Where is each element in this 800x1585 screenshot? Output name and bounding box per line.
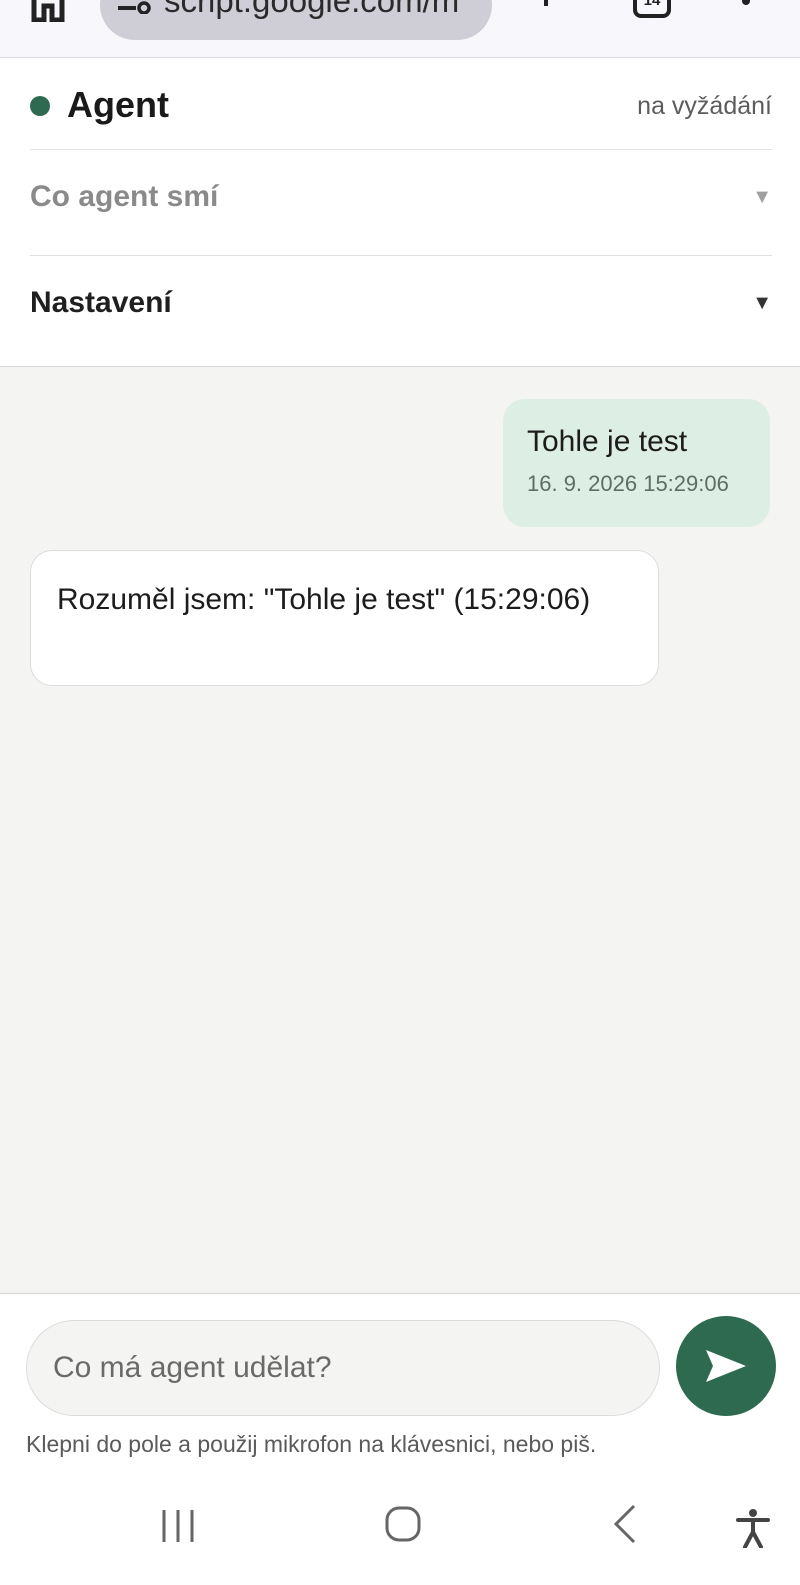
permissions-accordion[interactable]: Co agent smí ▼	[30, 150, 772, 256]
tab-count: 14	[643, 0, 661, 9]
back-icon[interactable]	[610, 1504, 640, 1544]
tabs-icon[interactable]: 14	[633, 0, 671, 18]
settings-accordion[interactable]: Nastavení ▼	[30, 256, 772, 362]
message-timestamp: 16. 9. 2026 15:29:06	[527, 471, 729, 496]
send-icon	[706, 1350, 746, 1382]
plus-icon[interactable]	[530, 0, 562, 18]
composer: Klepni do pole a použij mikrofon na kláv…	[0, 1295, 800, 1465]
recents-icon[interactable]	[160, 1508, 196, 1544]
agent-header: Agent na vyžádání	[30, 58, 772, 150]
composer-hint: Klepni do pole a použij mikrofon na kláv…	[26, 1431, 597, 1457]
user-message: Tohle je test 16. 9. 2026 15:29:06	[503, 399, 770, 527]
chevron-down-icon: ▼	[752, 186, 772, 208]
browser-toolbar: script.google.com/m 14	[0, 0, 800, 58]
tune-icon[interactable]	[118, 0, 152, 14]
home-icon[interactable]	[30, 0, 70, 22]
status-indicator	[30, 96, 50, 116]
url-text: script.google.com/m	[164, 0, 460, 19]
message-text: Tohle je test	[527, 425, 688, 458]
send-button[interactable]	[676, 1316, 776, 1416]
permissions-label: Co agent smí	[30, 180, 219, 213]
home-circle-icon[interactable]	[385, 1506, 421, 1542]
agent-mode: na vyžádání	[637, 92, 772, 120]
chat-log[interactable]: Tohle je test 16. 9. 2026 15:29:06 Rozum…	[0, 366, 800, 1294]
more-vert-icon[interactable]	[740, 0, 752, 18]
page-title: Agent	[67, 84, 169, 125]
message-text: Rozuměl jsem: "Tohle je test" (15:29:06)	[57, 583, 591, 616]
system-nav-bar	[0, 1470, 800, 1585]
settings-label: Nastavení	[30, 286, 172, 319]
address-bar[interactable]: script.google.com/m	[100, 0, 492, 40]
agent-message: Rozuměl jsem: "Tohle je test" (15:29:06)	[30, 550, 659, 686]
accessibility-icon[interactable]	[736, 1508, 770, 1548]
chevron-down-icon: ▼	[752, 292, 772, 314]
message-input[interactable]	[26, 1320, 660, 1416]
